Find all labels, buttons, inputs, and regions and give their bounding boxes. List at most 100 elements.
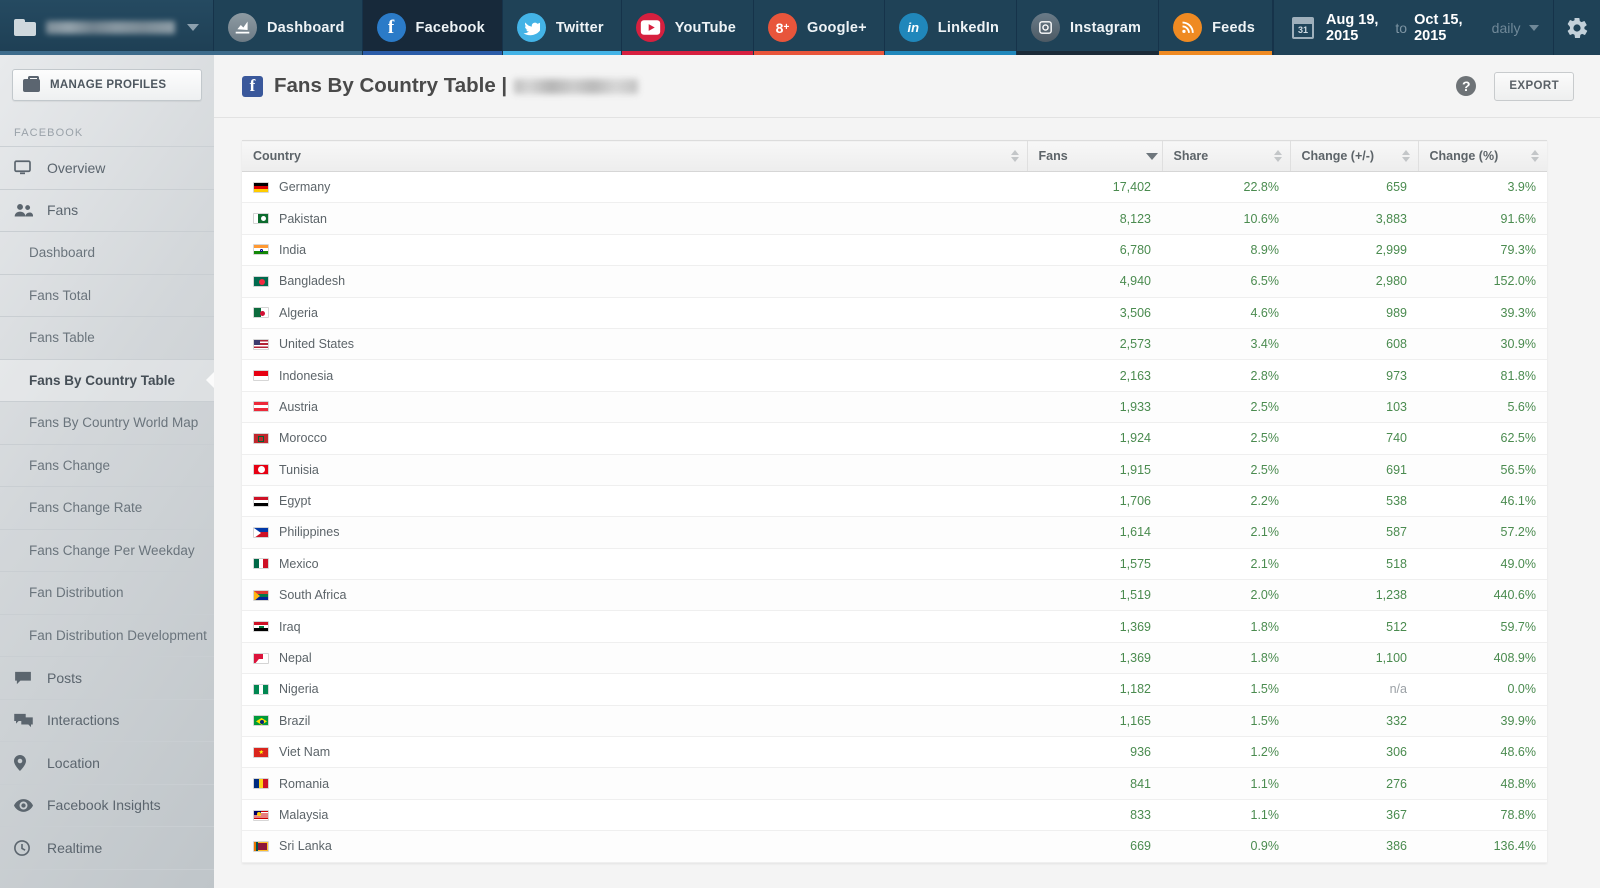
table-row[interactable]: Algeria 3,506 4.6% 989 39.3% bbox=[242, 297, 1547, 329]
cell-change-pct: 152.0% bbox=[1418, 265, 1547, 298]
date-range-picker[interactable]: 31 Aug 19, 2015 to Oct 15, 2015 daily bbox=[1273, 0, 1553, 55]
fans-by-country-table: Country Fans Share Change (+/-) Change (… bbox=[242, 140, 1547, 863]
table-row[interactable]: Bangladesh 4,940 6.5% 2,980 152.0% bbox=[242, 265, 1547, 298]
table-row[interactable]: Nigeria 1,182 1.5% n/a 0.0% bbox=[242, 673, 1547, 706]
sidebar-item-fans-table[interactable]: Fans Table bbox=[0, 317, 214, 360]
cell-country: Bangladesh bbox=[242, 265, 1027, 298]
page-header-actions: ? EXPORT bbox=[1456, 71, 1574, 101]
column-header-change-pct[interactable]: Change (%) bbox=[1417, 140, 1547, 172]
sidebar-item-posts[interactable]: Posts bbox=[0, 657, 214, 700]
facebook-icon: f bbox=[376, 13, 406, 42]
country-name: Nigeria bbox=[279, 682, 319, 697]
cell-change-pct: 39.9% bbox=[1418, 705, 1547, 738]
country-name: Malaysia bbox=[279, 808, 329, 822]
nav-tab-label: YouTube bbox=[674, 19, 736, 36]
cell-change-pct: 136.4% bbox=[1418, 830, 1547, 863]
cell-share: 2.8% bbox=[1162, 359, 1290, 392]
nav-tab-dashboard[interactable]: Dashboard bbox=[214, 0, 363, 55]
flag-icon-bd bbox=[253, 275, 269, 287]
cell-fans: 841 bbox=[1027, 767, 1162, 800]
nav-tab-feeds[interactable]: Feeds bbox=[1159, 0, 1274, 55]
settings-button[interactable] bbox=[1553, 0, 1600, 55]
sidebar-item-fans-change-per-weekday[interactable]: Fans Change Per Weekday bbox=[0, 530, 214, 572]
table-row[interactable]: Austria 1,933 2.5% 103 5.6% bbox=[242, 391, 1547, 424]
sidebar-item-facebook-insights[interactable]: Facebook Insights bbox=[0, 785, 214, 827]
table-row[interactable]: Philippines 1,614 2.1% 587 57.2% bbox=[242, 516, 1547, 549]
table-row[interactable]: Brazil 1,165 1.5% 332 39.9% bbox=[242, 705, 1547, 738]
flag-icon-tn bbox=[253, 464, 269, 476]
sidebar-item-dashboard[interactable]: Dashboard bbox=[0, 232, 214, 275]
sort-arrows-icon[interactable] bbox=[1273, 148, 1283, 164]
sidebar-item-fans-total[interactable]: Fans Total bbox=[0, 275, 214, 317]
table-row[interactable]: Pakistan 8,123 10.6% 3,883 91.6% bbox=[242, 202, 1547, 235]
granularity-label: daily bbox=[1491, 19, 1521, 36]
nav-tab-googleplus[interactable]: 8 + Google+ bbox=[753, 0, 885, 55]
sidebar-item-fans-change-rate[interactable]: Fans Change Rate bbox=[0, 487, 214, 530]
table-row[interactable]: United States 2,573 3.4% 608 30.9% bbox=[242, 328, 1547, 361]
cell-fans: 936 bbox=[1027, 736, 1162, 769]
cell-share: 0.9% bbox=[1162, 830, 1290, 863]
sidebar-item-fans-change[interactable]: Fans Change bbox=[0, 445, 214, 487]
cell-change-abs: 306 bbox=[1290, 736, 1418, 769]
table-row[interactable]: Egypt 1,706 2.2% 538 46.1% bbox=[242, 485, 1547, 518]
sidebar-item-location[interactable]: Location bbox=[0, 742, 214, 785]
cell-change-abs: 973 bbox=[1290, 359, 1418, 392]
table-row[interactable]: Germany 17,402 22.8% 659 3.9% bbox=[242, 171, 1547, 204]
column-header-country[interactable]: Country bbox=[242, 140, 1027, 172]
sort-arrows-icon[interactable] bbox=[1010, 148, 1020, 164]
nav-tab-instagram[interactable]: Instagram bbox=[1017, 0, 1160, 55]
table-row[interactable]: Nepal 1,369 1.8% 1,100 408.9% bbox=[242, 642, 1547, 675]
help-icon[interactable]: ? bbox=[1456, 76, 1477, 96]
table-row[interactable]: India 6,780 8.9% 2,999 79.3% bbox=[242, 234, 1547, 267]
cell-fans: 3,506 bbox=[1027, 297, 1162, 329]
cell-change-pct: 48.6% bbox=[1418, 736, 1547, 769]
table-row[interactable]: Iraq 1,369 1.8% 512 59.7% bbox=[242, 610, 1547, 643]
nav-tab-linkedin[interactable]: in LinkedIn bbox=[884, 0, 1018, 55]
sort-desc-icon[interactable] bbox=[1145, 148, 1158, 164]
sidebar-item-fan-distribution[interactable]: Fan Distribution bbox=[0, 572, 214, 615]
sidebar-item-label: Fans Total bbox=[29, 287, 92, 303]
table-row[interactable]: Sri Lanka 669 0.9% 386 136.4% bbox=[242, 830, 1547, 863]
table-row[interactable]: Indonesia 2,163 2.8% 973 81.8% bbox=[242, 359, 1547, 392]
nav-tab-facebook[interactable]: f Facebook bbox=[362, 0, 503, 55]
table-row[interactable]: South Africa 1,519 2.0% 1,238 440.6% bbox=[242, 579, 1547, 612]
column-header-label: Fans bbox=[1038, 149, 1068, 163]
sidebar-item-fans-by-country-table[interactable]: Fans By Country Table bbox=[0, 359, 214, 402]
table-row[interactable]: Morocco 1,924 2.5% 740 62.5% bbox=[242, 422, 1547, 455]
sidebar-item-fan-distribution-development[interactable]: Fan Distribution Development bbox=[0, 615, 214, 657]
nav-tab-youtube[interactable]: YouTube bbox=[621, 0, 754, 55]
cell-change-abs: 1,100 bbox=[1290, 642, 1418, 675]
flag-icon-at bbox=[253, 401, 269, 413]
flag-icon-np bbox=[253, 652, 269, 664]
country-name: Sri Lanka bbox=[279, 839, 332, 854]
profile-selector[interactable] bbox=[0, 0, 214, 55]
sidebar-item-label: Fans By Country Table bbox=[29, 372, 176, 388]
table-row[interactable]: Romania 841 1.1% 276 48.8% bbox=[242, 767, 1547, 800]
sidebar-item-interactions[interactable]: Interactions bbox=[0, 700, 214, 742]
cell-change-abs: 103 bbox=[1290, 391, 1418, 424]
table-row[interactable]: Tunisia 1,915 2.5% 691 56.5% bbox=[242, 454, 1547, 486]
cell-share: 2.1% bbox=[1162, 548, 1290, 581]
country-name: Germany bbox=[279, 180, 331, 195]
flag-icon-eg bbox=[253, 495, 269, 507]
flag-icon-lk bbox=[253, 840, 269, 852]
manage-profiles-button[interactable]: MANAGE PROFILES bbox=[12, 69, 202, 101]
nav-tab-twitter[interactable]: Twitter bbox=[502, 0, 622, 55]
sort-arrows-icon[interactable] bbox=[1401, 148, 1411, 164]
table-row[interactable]: Mexico 1,575 2.1% 518 49.0% bbox=[242, 548, 1547, 581]
column-header-change-abs[interactable]: Change (+/-) bbox=[1289, 140, 1418, 172]
sidebar-item-fans[interactable]: Fans bbox=[0, 190, 214, 232]
table-row[interactable]: Malaysia 833 1.1% 367 78.8% bbox=[242, 799, 1547, 832]
sidebar-item-fans-by-country-world-map[interactable]: Fans By Country World Map bbox=[0, 402, 214, 445]
sidebar-item-realtime[interactable]: Realtime bbox=[0, 827, 214, 870]
cell-change-pct: 30.9% bbox=[1418, 328, 1547, 361]
export-button[interactable]: EXPORT bbox=[1494, 71, 1574, 101]
table-row[interactable]: Viet Nam 936 1.2% 306 48.6% bbox=[242, 736, 1547, 769]
sort-arrows-icon[interactable] bbox=[1531, 148, 1540, 164]
column-header-fans[interactable]: Fans bbox=[1026, 140, 1162, 172]
sidebar-item-overview[interactable]: Overview bbox=[0, 147, 214, 190]
cell-country: Egypt bbox=[242, 485, 1027, 518]
column-header-share[interactable]: Share bbox=[1161, 140, 1290, 172]
eye-icon bbox=[14, 798, 34, 812]
sidebar-item-label: Fans Change bbox=[29, 457, 111, 473]
